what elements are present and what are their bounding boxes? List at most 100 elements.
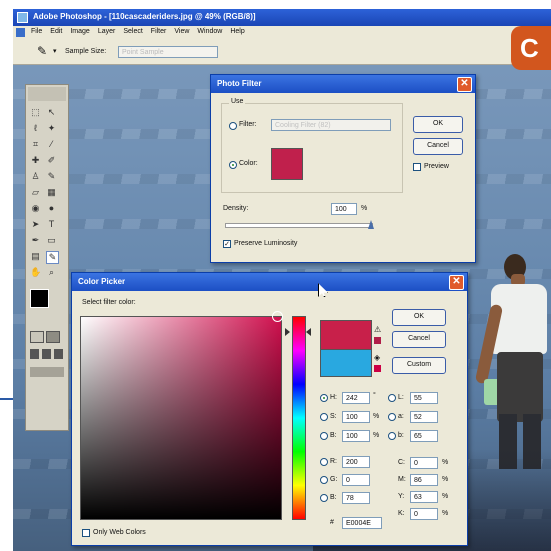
- step-badge: C: [511, 26, 551, 70]
- rgb-b-input[interactable]: 78: [342, 492, 370, 504]
- magic-wand-tool-icon[interactable]: ✦: [46, 123, 57, 134]
- screen-mode-icon[interactable]: [30, 349, 64, 359]
- dodge-tool-icon[interactable]: ●: [46, 203, 57, 214]
- preserve-luminosity-checkbox[interactable]: ✓: [223, 240, 231, 248]
- preview-checkbox[interactable]: [413, 163, 421, 171]
- tool-preset-dropdown-icon[interactable]: ▾: [53, 47, 57, 55]
- toolbox-header[interactable]: [28, 87, 66, 101]
- color-field[interactable]: [80, 316, 282, 520]
- hsb-h-radio[interactable]: [320, 394, 328, 402]
- cmyk-c-input[interactable]: 0: [410, 457, 438, 469]
- quick-mask-icon[interactable]: [46, 331, 60, 343]
- hsb-b-input[interactable]: 100: [342, 430, 370, 442]
- menu-select[interactable]: Select: [119, 26, 146, 37]
- close-icon[interactable]: ✕: [449, 275, 464, 290]
- lab-a-radio[interactable]: [388, 413, 396, 421]
- crop-tool-icon[interactable]: ⌗: [30, 139, 41, 150]
- only-web-colors-checkbox[interactable]: [82, 529, 90, 537]
- jump-to-imageready-icon[interactable]: [30, 367, 64, 377]
- menu-file[interactable]: File: [27, 26, 46, 37]
- hsb-s-radio[interactable]: [320, 413, 328, 421]
- hex-input[interactable]: E0004E: [342, 517, 382, 529]
- foreground-color-swatch[interactable]: [30, 289, 49, 308]
- lab-b-input[interactable]: 65: [410, 430, 438, 442]
- gamut-color-swatch[interactable]: [374, 337, 381, 344]
- type-tool-icon[interactable]: T: [46, 219, 57, 230]
- hsb-b-radio[interactable]: [320, 432, 328, 440]
- rgb-b-radio[interactable]: [320, 494, 328, 502]
- filter-select[interactable]: Cooling Filter (82): [271, 119, 391, 131]
- custom-button[interactable]: Custom: [392, 357, 446, 374]
- slice-tool-icon[interactable]: ⁄: [46, 139, 57, 150]
- web-safe-color-swatch[interactable]: [374, 365, 381, 372]
- close-icon[interactable]: ✕: [457, 77, 472, 92]
- rgb-g-radio[interactable]: [320, 476, 328, 484]
- hsb-h-input[interactable]: 242: [342, 392, 370, 404]
- app-menu-icon[interactable]: [16, 28, 25, 37]
- cancel-button[interactable]: Cancel: [392, 331, 446, 348]
- menu-image[interactable]: Image: [66, 26, 93, 37]
- path-selection-tool-icon[interactable]: ➤: [30, 219, 41, 230]
- eyedropper-tool-icon[interactable]: ✎: [46, 251, 59, 264]
- photo-filter-titlebar[interactable]: Photo Filter ✕: [211, 75, 475, 93]
- hand-tool-icon[interactable]: ✋: [30, 267, 41, 278]
- menu-view[interactable]: View: [170, 26, 193, 37]
- density-slider-track[interactable]: [225, 223, 373, 228]
- marquee-tool-icon[interactable]: ⬚: [30, 107, 41, 118]
- menu-edit[interactable]: Edit: [46, 26, 66, 37]
- hue-slider[interactable]: [292, 316, 306, 520]
- cmyk-c-unit: %: [442, 459, 449, 466]
- pen-tool-icon[interactable]: ✒: [30, 235, 41, 246]
- cmyk-k-input[interactable]: 0: [410, 508, 438, 520]
- ok-button[interactable]: OK: [413, 116, 463, 133]
- cancel-button[interactable]: Cancel: [413, 138, 463, 155]
- lab-l-radio[interactable]: [388, 394, 396, 402]
- shape-tool-icon[interactable]: ▭: [46, 235, 57, 246]
- rgb-r-input[interactable]: 200: [342, 456, 370, 468]
- blur-tool-icon[interactable]: ◉: [30, 203, 41, 214]
- eraser-tool-icon[interactable]: ▱: [30, 187, 41, 198]
- ok-button[interactable]: OK: [392, 309, 446, 326]
- cmyk-y-input[interactable]: 63: [410, 491, 438, 503]
- lasso-tool-icon[interactable]: ℓ: [30, 123, 41, 134]
- history-brush-tool-icon[interactable]: ✎: [46, 171, 57, 182]
- standard-mode-icon[interactable]: [30, 331, 44, 343]
- lab-l-input[interactable]: 55: [410, 392, 438, 404]
- color-radio[interactable]: [229, 161, 237, 169]
- notes-tool-icon[interactable]: ▤: [30, 251, 41, 262]
- menu-layer[interactable]: Layer: [94, 26, 120, 37]
- rgb-r-radio[interactable]: [320, 458, 328, 466]
- hsb-s-input[interactable]: 100: [342, 411, 370, 423]
- web-safe-warning-icon[interactable]: ◈: [374, 353, 380, 362]
- photoshop-icon: [17, 12, 28, 23]
- menu-window[interactable]: Window: [193, 26, 226, 37]
- menu-filter[interactable]: Filter: [147, 26, 171, 37]
- cmyk-k-unit: %: [442, 510, 449, 517]
- toolbox: ⬚ ↖ ℓ ✦ ⌗ ⁄ ✚ ✐ ♙ ✎ ▱ ▦ ◉ ● ➤ T ✒ ▭ ▤ ✎ …: [25, 84, 69, 431]
- hsb-s-unit: %: [373, 413, 380, 420]
- cmyk-m-input[interactable]: 86: [410, 474, 438, 486]
- cmyk-k-label: K:: [398, 510, 405, 517]
- hue-slider-arrow-right[interactable]: [306, 328, 311, 336]
- filter-radio[interactable]: [229, 122, 237, 130]
- clone-stamp-tool-icon[interactable]: ♙: [30, 171, 41, 182]
- density-input[interactable]: 100: [331, 203, 357, 215]
- gamut-warning-icon[interactable]: ⚠: [374, 325, 381, 334]
- eyedropper-icon[interactable]: ✎: [37, 45, 47, 57]
- brush-tool-icon[interactable]: ✐: [46, 155, 57, 166]
- lab-a-input[interactable]: 52: [410, 411, 438, 423]
- step-badge-letter: C: [520, 33, 539, 63]
- hsb-b-label: B:: [330, 432, 337, 439]
- color-picker-titlebar[interactable]: Color Picker ✕: [72, 273, 467, 291]
- rgb-g-input[interactable]: 0: [342, 474, 370, 486]
- current-color-swatch[interactable]: [320, 349, 372, 377]
- menu-help[interactable]: Help: [226, 26, 248, 37]
- healing-brush-tool-icon[interactable]: ✚: [30, 155, 41, 166]
- move-tool-icon[interactable]: ↖: [46, 107, 57, 118]
- gradient-tool-icon[interactable]: ▦: [46, 187, 57, 198]
- filter-color-swatch[interactable]: [271, 148, 303, 180]
- hue-slider-arrow-left[interactable]: [285, 328, 290, 336]
- lab-b-radio[interactable]: [388, 432, 396, 440]
- zoom-tool-icon[interactable]: ⌕: [46, 267, 57, 278]
- sample-size-select[interactable]: Point Sample: [118, 46, 218, 58]
